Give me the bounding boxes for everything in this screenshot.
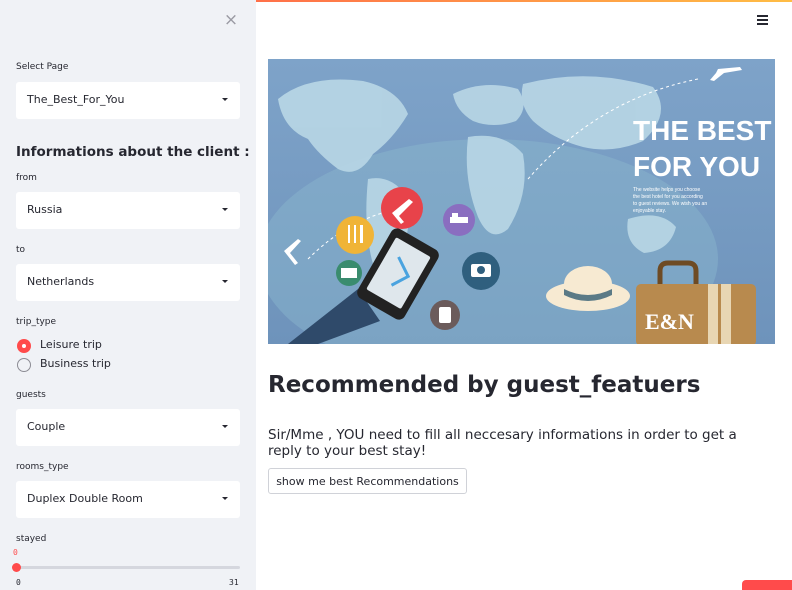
guests-dropdown[interactable]: Couple [16,409,240,446]
radio-unselected-icon [17,358,31,372]
rooms-type-value: Duplex Double Room [27,492,143,505]
rooms-type-dropdown[interactable]: Duplex Double Room [16,481,240,518]
close-sidebar-button[interactable]: × [222,10,240,30]
guests-value: Couple [27,420,66,433]
radio-label: Leisure trip [40,338,102,351]
from-dropdown[interactable]: Russia [16,192,240,229]
chevron-down-icon [222,98,228,101]
banner-body-line: to guest reviews. We wish you an [633,201,707,207]
from-label: from [16,173,37,183]
page-heading: Recommended by guest_featuers [268,372,701,398]
hero-banner-image: E&N THE BEST FOR YOU The website helps y… [268,59,775,344]
stayed-slider-track[interactable] [16,566,240,569]
slider-max-label: 31 [229,578,239,587]
pin-restaurant-icon [336,216,374,254]
guests-label: guests [16,390,46,400]
chevron-down-icon [222,208,228,211]
radio-label: Business trip [40,357,111,370]
to-value: Netherlands [27,275,95,288]
hamburger-menu-icon[interactable] [757,15,769,25]
select-page-dropdown[interactable]: The_Best_For_You [16,82,240,119]
chevron-down-icon [222,280,228,283]
pin-camera-icon [462,252,500,290]
sidebar: × Select Page The_Best_For_You Informati… [0,0,256,590]
pin-airplane-icon [381,187,423,229]
chevron-down-icon [222,497,228,500]
slider-min-label: 0 [16,578,21,587]
banner-body-line: the best hotel for you according [633,194,703,200]
banner-body-line: The website helps you choose [633,187,700,193]
banner-title-line2: FOR YOU [633,151,760,182]
trip-type-label: trip_type [16,317,57,327]
from-value: Russia [27,203,63,216]
select-page-label: Select Page [16,62,69,72]
rooms-type-label: rooms_type [16,462,69,472]
pin-passport-icon [430,300,460,330]
select-page-value: The_Best_For_You [27,93,125,106]
slider-current-value: 0 [13,548,18,557]
stayed-slider-thumb[interactable] [12,563,21,572]
radio-selected-icon [17,339,31,353]
banner-title-line1: THE BEST [633,115,771,146]
pin-hotel-icon [443,204,475,236]
banner-brand: E&N [645,309,694,334]
stayed-label: stayed [16,534,47,544]
instruction-text: Sir/Mme , YOU need to fill all neccesary… [268,427,737,459]
banner-body-line: enjoyable stay. [633,208,666,214]
to-label: to [16,245,26,255]
pin-money-icon [336,260,362,286]
to-dropdown[interactable]: Netherlands [16,264,240,301]
section-title: Informations about the client : [16,144,250,160]
chevron-down-icon [222,425,228,428]
show-recommendations-button[interactable]: show me best Recommendations [268,468,467,494]
corner-badge [742,580,792,590]
